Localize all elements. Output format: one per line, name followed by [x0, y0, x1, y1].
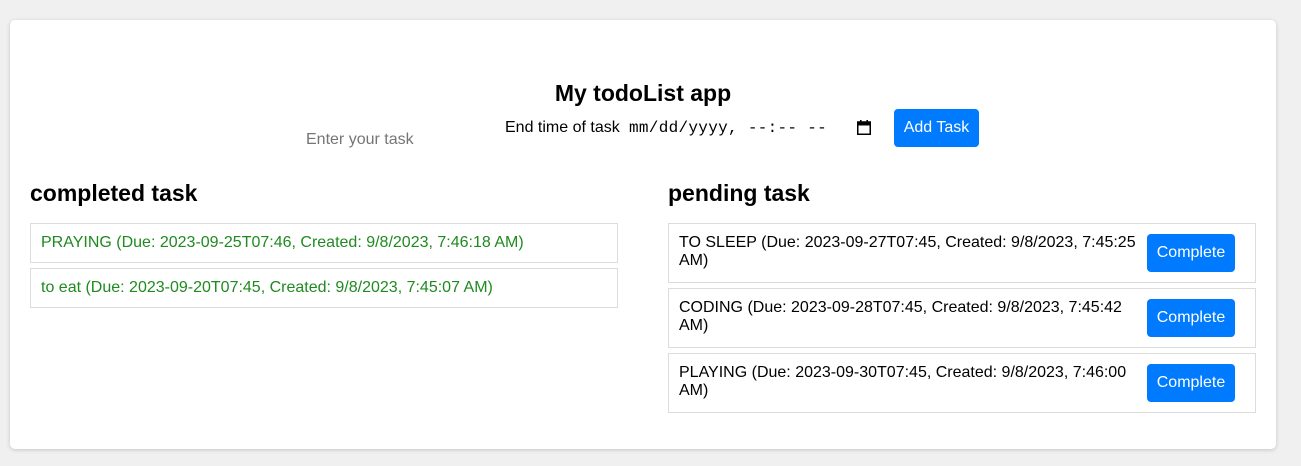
pending-item: TO SLEEP (Due: 2023-09-27T07:45, Created…: [668, 223, 1256, 283]
completed-heading: completed task: [30, 180, 198, 206]
pending-item: CODING (Due: 2023-09-28T07:45, Created: …: [668, 288, 1256, 348]
completed-item-text: PRAYING (Due: 2023-09-25T07:46, Created:…: [41, 234, 524, 251]
task-input[interactable]: [302, 127, 492, 153]
completed-item-text: to eat (Due: 2023-09-20T07:45, Created: …: [41, 279, 493, 296]
complete-button[interactable]: Complete: [1147, 364, 1235, 402]
pending-item: PLAYING (Due: 2023-09-30T07:45, Created:…: [668, 353, 1256, 413]
completed-item: to eat (Due: 2023-09-20T07:45, Created: …: [30, 268, 618, 308]
pending-item-text: CODING (Due: 2023-09-28T07:45, Created: …: [679, 299, 1122, 334]
app-card: My todoList app End time of task mm/dd/y…: [10, 20, 1276, 449]
pending-item-text: TO SLEEP (Due: 2023-09-27T07:45, Created…: [679, 234, 1136, 269]
end-time-label: End time of task: [505, 119, 620, 136]
complete-button[interactable]: Complete: [1147, 299, 1235, 337]
page-title: My todoList app: [554, 80, 732, 106]
pending-heading: pending task: [668, 180, 810, 206]
end-time-value: mm/dd/yyyy, --:-- --: [629, 119, 828, 137]
completed-item: PRAYING (Due: 2023-09-25T07:46, Created:…: [30, 223, 618, 263]
add-task-button[interactable]: Add Task: [894, 109, 979, 147]
complete-button[interactable]: Complete: [1147, 234, 1235, 272]
pending-item-text: PLAYING (Due: 2023-09-30T07:45, Created:…: [679, 364, 1127, 399]
end-time-input[interactable]: mm/dd/yyyy, --:-- --: [629, 117, 879, 139]
calendar-icon[interactable]: [857, 120, 871, 135]
